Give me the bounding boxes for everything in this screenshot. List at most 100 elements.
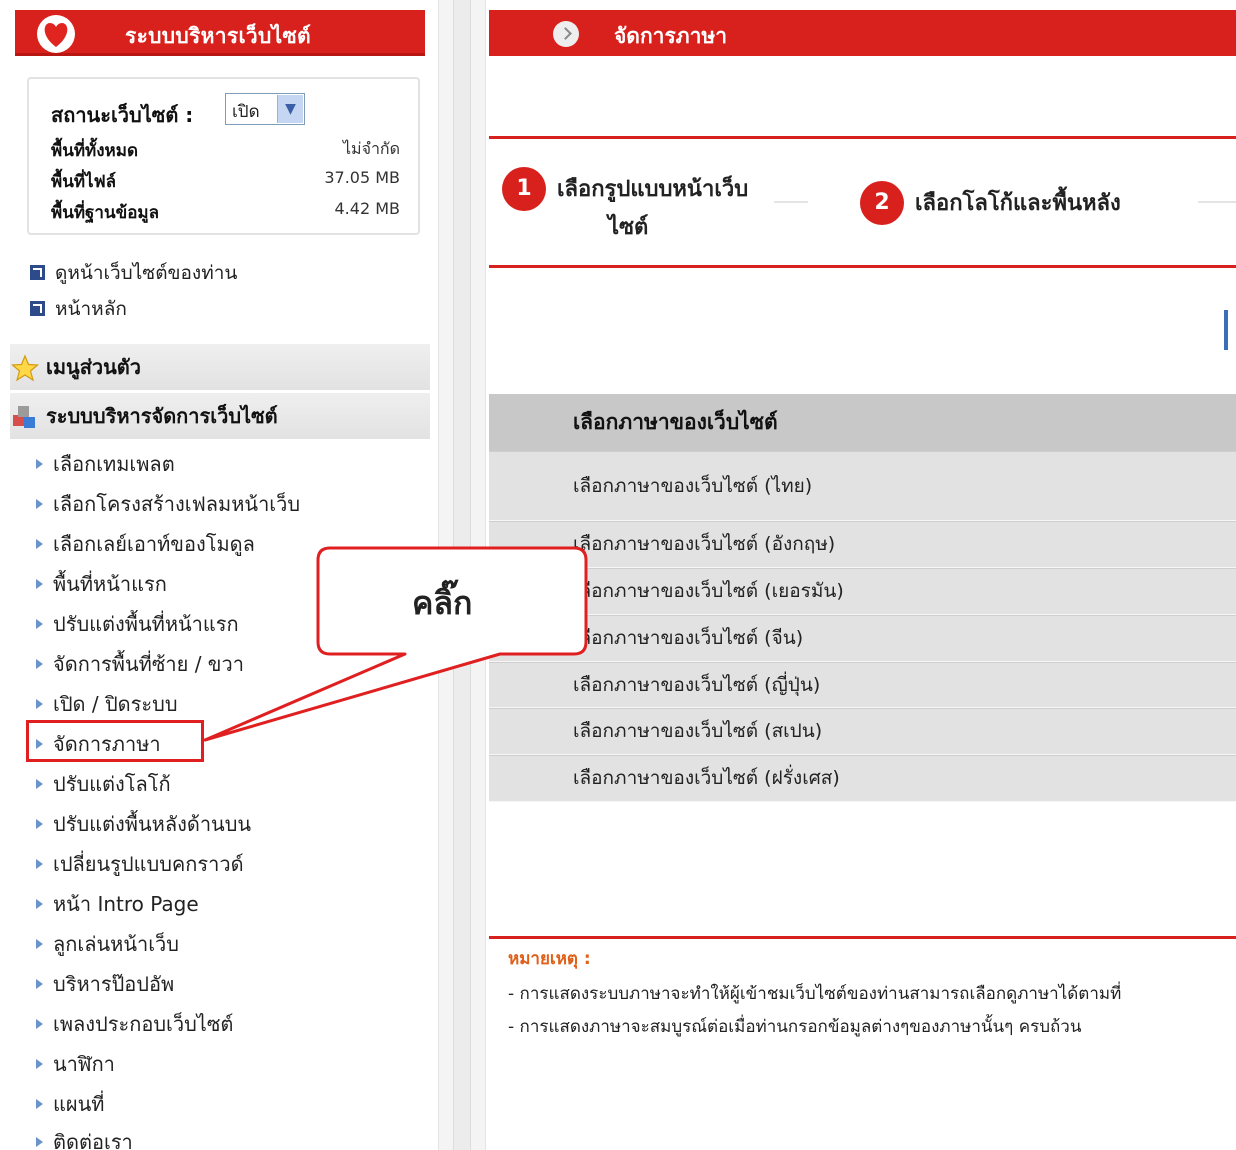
home-link[interactable]: หน้าหลัก — [30, 294, 127, 324]
bullet-arrow-icon — [36, 1099, 43, 1109]
menu-item-label: เปิด / ปิดระบบ — [53, 692, 178, 716]
steps-bottom-border — [489, 265, 1236, 268]
menu-item-label: เลือกเทมเพลต — [53, 452, 175, 476]
menu-item-module-layout[interactable]: เลือกเลย์เอาท์ของโมดูล — [36, 528, 255, 560]
arrow-circle-icon — [553, 21, 579, 47]
menu-item-top-background[interactable]: ปรับแต่งพื้นหลังด้านบน — [36, 808, 251, 840]
menu-item-popup[interactable]: บริหารป๊อปอัพ — [36, 968, 174, 1000]
menu-item-effects[interactable]: ลูกเล่นหน้าเว็บ — [36, 928, 179, 960]
star-icon — [10, 354, 40, 382]
menu-item-label: ติดต่อเรา — [53, 1130, 133, 1150]
menu-item-label: ปรับแต่งพื้นหลังด้านบน — [53, 812, 252, 836]
status-select[interactable]: เปิด ▼ — [225, 93, 305, 125]
step-number: 2 — [860, 181, 904, 225]
view-site-label: ดูหน้าเว็บไซต์ของท่าน — [55, 262, 238, 284]
menu-item-music[interactable]: เพลงประกอบเว็บไซต์ — [36, 1008, 233, 1040]
personal-menu-header[interactable]: เมนูส่วนตัว — [10, 344, 430, 390]
menu-item-label: บริหารป๊อปอัพ — [53, 972, 175, 996]
bullet-arrow-icon — [36, 859, 43, 869]
menu-item-clock[interactable]: นาฬิกา — [36, 1048, 115, 1080]
status-label: สถานะเว็บไซต์ : — [51, 103, 194, 127]
admin-menu-header[interactable]: ระบบบริหารจัดการเว็บไซต์ — [10, 393, 430, 439]
menu-item-background[interactable]: เปลี่ยนรูปแบบคกราวด์ — [36, 848, 244, 880]
bullet-arrow-icon — [36, 899, 43, 909]
bullet-arrow-icon — [36, 619, 43, 629]
menu-item-homepage-area[interactable]: พื้นที่หน้าแรก — [36, 568, 167, 600]
bullet-arrow-icon — [36, 499, 43, 509]
menu-item-label: เปลี่ยนรูปแบบคกราวด์ — [53, 852, 244, 876]
cubes-icon — [13, 406, 35, 428]
external-link-icon — [30, 301, 45, 316]
blue-edge-bar — [1224, 310, 1228, 350]
note-line-2: - การแสดงภาษาจะสมบูรณ์ต่อเมื่อท่านกรอกข้… — [508, 1017, 1082, 1037]
sidebar: ระบบบริหารเว็บไซต์ สถานะเว็บไซต์ : เปิด … — [0, 0, 438, 1150]
language-row-german[interactable]: เลือกภาษาของเว็บไซต์ (เยอรมัน) — [489, 568, 1236, 615]
note-border — [489, 936, 1236, 939]
bullet-arrow-icon — [36, 779, 43, 789]
highlight-box — [26, 720, 204, 762]
bullet-arrow-icon — [36, 939, 43, 949]
db-space-label: พื้นที่ฐานข้อมูล — [51, 203, 160, 223]
chevron-down-icon[interactable]: ▼ — [277, 95, 303, 123]
menu-item-label: ลูกเล่นหน้าเว็บ — [53, 932, 179, 956]
bullet-arrow-icon — [36, 539, 43, 549]
menu-item-map[interactable]: แผนที่ — [36, 1088, 104, 1120]
total-space-label: พื้นที่ทั้งหมด — [51, 141, 138, 161]
step-label: เลือกรูปแบบหน้าเว็บ — [557, 177, 749, 202]
menu-item-label: นาฬิกา — [53, 1052, 115, 1076]
divider-track — [453, 0, 471, 1150]
bullet-arrow-icon — [36, 1137, 43, 1147]
language-table-heading: เลือกภาษาของเว็บไซต์ — [489, 394, 1236, 451]
note-line-1: - การแสดงระบบภาษาจะทำให้ผู้เข้าชมเว็บไซต… — [508, 984, 1122, 1004]
menu-item-intro-page[interactable]: หน้า Intro Page — [36, 888, 199, 920]
menu-item-label: จัดการพื้นที่ซ้าย / ขวา — [53, 652, 244, 676]
language-row-french[interactable]: เลือกภาษาของเว็บไซต์ (ฝรั่งเศส) — [489, 755, 1236, 802]
db-space-value: 4.42 MB — [334, 199, 401, 218]
menu-item-label: หน้า Intro Page — [53, 892, 199, 916]
menu-item-label: เพลงประกอบเว็บไซต์ — [53, 1012, 234, 1036]
language-row-japanese[interactable]: เลือกภาษาของเว็บไซต์ (ญี่ปุ่น) — [489, 662, 1236, 708]
admin-menu-label: ระบบบริหารจัดการเว็บไซต์ — [46, 404, 278, 428]
total-space-value: ไม่จำกัด — [342, 139, 400, 158]
sidebar-header: ระบบบริหารเว็บไซต์ — [15, 10, 425, 56]
language-row-english[interactable]: เลือกภาษาของเว็บไซต์ (อังกฤษ) — [489, 521, 1236, 568]
menu-item-customize-homepage[interactable]: ปรับแต่งพื้นที่หน้าแรก — [36, 608, 239, 640]
menu-item-label: ปรับแต่งโลโก้ — [53, 772, 171, 796]
menu-item-label: เลือกโครงสร้างเฟลมหน้าเว็บ — [53, 492, 301, 516]
view-site-link[interactable]: ดูหน้าเว็บไซต์ของท่าน — [30, 258, 237, 288]
steps-top-border — [489, 136, 1236, 139]
menu-item-logo[interactable]: ปรับแต่งโลโก้ — [36, 768, 171, 800]
bullet-arrow-icon — [36, 819, 43, 829]
file-space-value: 37.05 MB — [324, 168, 400, 187]
language-row-chinese[interactable]: เลือกภาษาของเว็บไซต์ (จีน) — [489, 615, 1236, 662]
menu-item-contact[interactable]: ติดต่อเรา — [36, 1126, 133, 1150]
menu-item-template[interactable]: เลือกเทมเพลต — [36, 448, 175, 480]
step-number: 1 — [502, 167, 546, 211]
step-label: เลือกโลโก้และพื้นหลัง — [915, 191, 1121, 216]
step-separator — [1198, 201, 1236, 203]
menu-item-frame-structure[interactable]: เลือกโครงสร้างเฟลมหน้าเว็บ — [36, 488, 300, 520]
bullet-arrow-icon — [36, 459, 43, 469]
status-select-value: เปิด — [232, 102, 260, 122]
menu-item-label: เลือกเลย์เอาท์ของโมดูล — [53, 532, 255, 556]
menu-item-left-right-area[interactable]: จัดการพื้นที่ซ้าย / ขวา — [36, 648, 244, 680]
file-space-label: พื้นที่ไฟล์ — [51, 172, 117, 192]
menu-item-label: พื้นที่หน้าแรก — [53, 572, 167, 596]
panel-divider[interactable] — [438, 0, 486, 1150]
note-title: หมายเหตุ : — [508, 949, 591, 969]
external-link-icon — [30, 265, 45, 280]
bullet-arrow-icon — [36, 979, 43, 989]
menu-item-toggle-system[interactable]: เปิด / ปิดระบบ — [36, 688, 178, 720]
website-status-panel: สถานะเว็บไซต์ : เปิด ▼ พื้นที่ทั้งหมด ไม… — [27, 77, 420, 235]
language-row-thai[interactable]: เลือกภาษาของเว็บไซต์ (ไทย) — [489, 451, 1236, 521]
language-table: เลือกภาษาของเว็บไซต์ เลือกภาษาของเว็บไซต… — [489, 394, 1236, 802]
bullet-arrow-icon — [36, 1019, 43, 1029]
menu-item-label: แผนที่ — [53, 1092, 105, 1116]
step-label-line2: ไซต์ — [608, 215, 649, 240]
bullet-arrow-icon — [36, 659, 43, 669]
bullet-arrow-icon — [36, 579, 43, 589]
bullet-arrow-icon — [36, 1059, 43, 1069]
language-row-spanish[interactable]: เลือกภาษาของเว็บไซต์ (สเปน) — [489, 708, 1236, 755]
sidebar-title: ระบบบริหารเว็บไซต์ — [125, 24, 311, 48]
home-label: หน้าหลัก — [55, 298, 127, 320]
